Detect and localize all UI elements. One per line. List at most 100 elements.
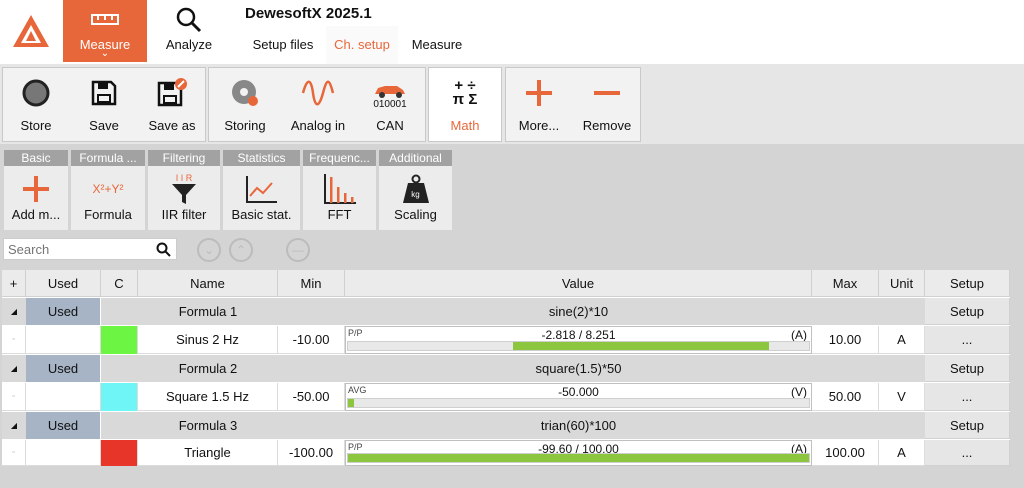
floppy-edit-icon — [139, 78, 205, 108]
collapse-all-icon[interactable]: ⌄ — [197, 238, 221, 262]
statistics-chart-icon — [223, 172, 300, 206]
channel-color-swatch[interactable] — [101, 382, 138, 411]
formula-label: Formula — [84, 207, 132, 222]
save-as-button[interactable]: Save as — [139, 68, 205, 141]
group-setup-button[interactable]: Setup — [925, 355, 1010, 382]
channel-max[interactable]: 50.00 — [812, 383, 879, 411]
basic-stat-button[interactable]: Basic stat. — [223, 166, 300, 230]
collapse-arrow-icon[interactable]: ◢ — [2, 355, 26, 382]
fft-button[interactable]: FFT — [303, 166, 376, 230]
search-icon[interactable] — [156, 242, 171, 260]
row-handle[interactable]: ▫ — [2, 383, 26, 411]
unit-column-header[interactable]: Unit — [879, 270, 925, 297]
min-column-header[interactable]: Min — [278, 270, 345, 297]
channel-unit[interactable]: A — [879, 326, 925, 354]
color-swatch[interactable] — [101, 325, 137, 354]
save-label: Save — [89, 118, 119, 133]
used-cell[interactable] — [26, 383, 101, 411]
storing-button[interactable]: Storing — [209, 68, 281, 141]
analyze-mode-button[interactable]: Analyze — [150, 0, 228, 62]
dewesoft-logo[interactable] — [0, 0, 62, 62]
used-cell[interactable] — [26, 440, 101, 466]
search-input[interactable] — [4, 239, 154, 259]
can-button[interactable]: 010001 CAN — [355, 68, 425, 141]
remove-button[interactable]: Remove — [574, 68, 640, 141]
channel-color-swatch[interactable] — [101, 439, 138, 466]
channel-unit[interactable]: V — [879, 383, 925, 411]
add-math-button[interactable]: Add m... — [4, 166, 68, 230]
can-binary-caption: 010001 — [373, 99, 407, 110]
row-handle[interactable]: ▫ — [2, 326, 26, 354]
fft-label: FFT — [327, 207, 352, 222]
channel-min[interactable]: -10.00 — [278, 326, 345, 354]
search-box — [3, 238, 177, 260]
channel-min[interactable]: -100.00 — [278, 440, 345, 466]
basic-stat-label: Basic stat. — [231, 207, 292, 222]
math-category-header: Formula ... — [71, 150, 145, 166]
save-as-label: Save as — [148, 118, 196, 133]
math-button[interactable]: + ÷ π Σ Math — [429, 68, 501, 141]
analog-in-label: Analog in — [290, 118, 346, 133]
used-toggle[interactable]: Used — [26, 412, 101, 439]
max-column-header[interactable]: Max — [812, 270, 879, 297]
store-button[interactable]: Store — [3, 68, 69, 141]
used-column-header[interactable]: Used — [26, 270, 101, 297]
math-category-header: Filtering — [148, 150, 220, 166]
remove-label: Remove — [582, 118, 632, 133]
channel-name[interactable]: Sinus 2 Hz — [138, 326, 278, 354]
group-name: Formula 2 — [178, 361, 238, 376]
name-column-header[interactable]: Name — [138, 270, 278, 297]
remove-channel-icon[interactable]: — — [286, 238, 310, 262]
channel-name[interactable]: Square 1.5 Hz — [138, 383, 278, 411]
floppy-icon — [71, 78, 137, 108]
setup-column-header[interactable]: Setup — [925, 270, 1010, 297]
group-setup-button[interactable]: Setup — [925, 412, 1010, 439]
color-column-header[interactable]: C — [101, 270, 138, 297]
plus-icon — [506, 78, 572, 108]
color-swatch[interactable] — [101, 382, 137, 411]
save-button[interactable]: Save — [71, 68, 137, 141]
channel-unit[interactable]: A — [879, 440, 925, 466]
channel-setup-button[interactable]: ... — [925, 326, 1010, 354]
formula-button[interactable]: X²+Y² Formula — [71, 166, 145, 230]
minus-icon — [574, 78, 640, 108]
measure-mode-button[interactable]: Measure ⌄ — [63, 0, 147, 62]
more-button[interactable]: More... — [506, 68, 572, 141]
value-bar-fill — [348, 454, 809, 462]
value-unit: (V) — [791, 385, 807, 399]
used-cell[interactable] — [26, 326, 101, 354]
value-column-header[interactable]: Value — [345, 270, 812, 297]
channel-max[interactable]: 10.00 — [812, 326, 879, 354]
channel-name[interactable]: Triangle — [138, 440, 278, 466]
value-display[interactable]: P/P -99.60 / 100.00 (A) — [345, 440, 812, 466]
tab-ch-setup[interactable]: Ch. setup — [326, 26, 398, 64]
value-bar-fill — [513, 342, 769, 350]
color-swatch[interactable] — [101, 439, 137, 466]
value-display[interactable]: P/P -2.818 / 8.251 (A) — [345, 326, 812, 354]
channel-color-swatch[interactable] — [101, 325, 138, 354]
collapse-arrow-icon[interactable]: ◢ — [2, 412, 26, 439]
channel-max[interactable]: 100.00 — [812, 440, 879, 466]
scaling-label: Scaling — [394, 207, 437, 222]
used-toggle[interactable]: Used — [26, 355, 101, 382]
group-setup-button[interactable]: Setup — [925, 298, 1010, 325]
tab-setup-files[interactable]: Setup files — [245, 26, 321, 64]
channel-setup-button[interactable]: ... — [925, 440, 1010, 466]
add-column-header[interactable]: + — [2, 270, 26, 297]
storing-icon — [209, 78, 281, 108]
collapse-arrow-icon[interactable]: ◢ — [2, 298, 26, 325]
analog-in-button[interactable]: Analog in — [282, 68, 354, 141]
math-category-additional: Additional kg Scaling — [379, 150, 452, 234]
channel-min[interactable]: -50.00 — [278, 383, 345, 411]
top-bar: Measure ⌄ Analyze DewesoftX 2025.1 Setup… — [0, 0, 1024, 64]
search-icon — [175, 6, 203, 37]
analyze-mode-label: Analyze — [165, 37, 213, 52]
value-display[interactable]: AVG -50.000 (V) — [345, 383, 812, 411]
iir-filter-button[interactable]: I I R IIR filter — [148, 166, 220, 230]
tab-measure[interactable]: Measure — [404, 26, 470, 64]
used-toggle[interactable]: Used — [26, 298, 101, 325]
expand-all-icon[interactable]: ⌃ — [229, 238, 253, 262]
row-handle[interactable]: ▫ — [2, 440, 26, 466]
scaling-button[interactable]: kg Scaling — [379, 166, 452, 230]
channel-setup-button[interactable]: ... — [925, 383, 1010, 411]
